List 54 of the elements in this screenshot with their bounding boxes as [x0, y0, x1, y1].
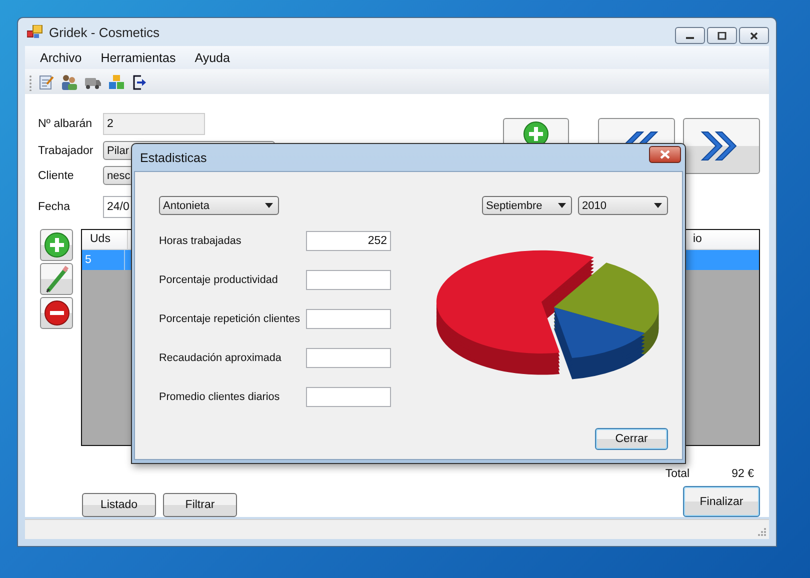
total-value: 92 € [732, 468, 754, 480]
caret-icon [265, 203, 273, 208]
close-dialog-button[interactable]: Cerrar [595, 428, 668, 450]
field-label: Horas trabajadas [159, 235, 242, 247]
minus-circle-icon [44, 300, 70, 326]
window-title: Gridek - Cosmetics [49, 24, 160, 40]
total-label: Total [665, 468, 690, 480]
menu-item[interactable]: Ayuda [194, 50, 230, 65]
close-icon [749, 32, 759, 40]
year-dropdown[interactable]: 2010 [578, 196, 668, 215]
maximize-icon [717, 32, 727, 40]
action-button[interactable]: Listado [82, 492, 156, 517]
input-field[interactable]: 2 [103, 113, 205, 136]
maximize-button[interactable] [707, 27, 737, 44]
toolbar-grip-icon [29, 72, 32, 91]
field-label: Promedio clientes diarios [159, 391, 281, 403]
menu-item[interactable]: Herramientas [100, 50, 176, 65]
field-label: Fecha [38, 201, 71, 214]
field-label: Porcentaje productividad [159, 274, 279, 286]
table-cell: 5 [82, 250, 125, 270]
boxes-icon[interactable] [108, 74, 126, 90]
close-icon [659, 150, 671, 159]
delete-button[interactable] [40, 297, 73, 330]
exit-icon[interactable] [132, 74, 148, 90]
people-icon[interactable] [60, 74, 78, 90]
action-button[interactable]: Filtrar [163, 492, 237, 517]
month-dropdown[interactable]: Septiembre [482, 196, 572, 215]
input-field[interactable] [306, 309, 391, 329]
pencil-icon [44, 265, 70, 294]
input-field[interactable] [306, 270, 391, 290]
field-label: Trabajador [38, 144, 94, 157]
menu-item[interactable]: Archivo [40, 50, 82, 65]
input-field[interactable] [306, 348, 391, 368]
close-button[interactable] [739, 27, 769, 44]
field-label: Nº albarán [38, 118, 94, 130]
minimize-button[interactable] [675, 27, 705, 44]
dialog-title: Estadisticas [140, 150, 207, 164]
field-label: Cliente [38, 170, 75, 182]
next-button[interactable] [683, 118, 760, 174]
close-button[interactable] [649, 146, 681, 163]
input-field[interactable] [306, 387, 391, 407]
column-header[interactable]: Uds [82, 230, 128, 250]
app-icon [27, 25, 43, 40]
resize-grip-icon[interactable] [757, 527, 767, 537]
field-label: Porcentaje repetición clientes [159, 313, 302, 325]
add-button[interactable] [40, 229, 73, 262]
caret-icon [558, 203, 566, 208]
field-label: Recaudación aproximada [159, 352, 282, 364]
finish-button[interactable]: Finalizar [683, 486, 760, 518]
caret-icon [654, 203, 662, 208]
notepad-icon[interactable] [38, 74, 54, 90]
input-field[interactable]: 252 [306, 231, 391, 251]
plus-circle-icon [44, 232, 70, 258]
worker-dropdown[interactable]: Antonieta [159, 196, 279, 215]
